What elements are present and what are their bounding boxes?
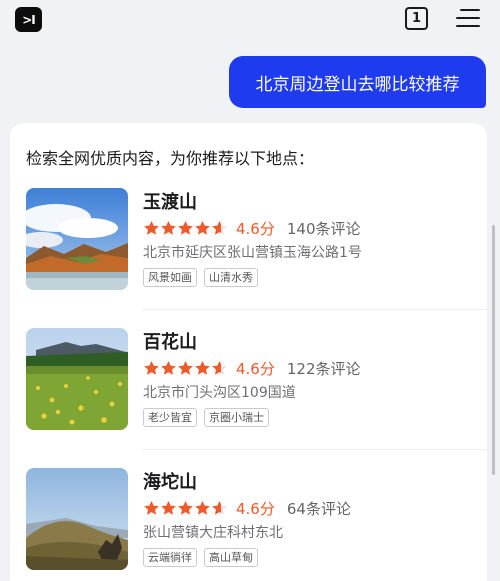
review-count[interactable]: 122条评论 <box>287 358 361 379</box>
answer-card: 检索全网优质内容，为你推荐以下地点： 玉渡山 4.6分 140条评论 北京市延庆… <box>10 123 487 581</box>
star-icon <box>161 360 176 375</box>
place-address: 北京市延庆区张山营镇玉海公路1号 <box>143 245 362 261</box>
rating-row: 4.6分 140条评论 <box>143 218 361 238</box>
star-icon <box>178 360 193 375</box>
star-icon <box>178 220 193 235</box>
user-message-bubble: 北京周边登山去哪比较推荐 <box>229 56 486 108</box>
place-tag: 风景如画 <box>143 268 197 287</box>
star-icon <box>195 220 210 235</box>
review-count[interactable]: 64条评论 <box>287 498 351 519</box>
rating-row: 4.6分 122条评论 <box>143 358 361 378</box>
star-icon <box>144 220 159 235</box>
place-tag: 云端徜徉 <box>143 548 197 567</box>
place-name[interactable]: 玉渡山 <box>143 188 197 214</box>
star-icon <box>144 500 159 515</box>
place-name[interactable]: 海坨山 <box>143 468 197 494</box>
review-count[interactable]: 140条评论 <box>287 218 361 239</box>
place-score: 4.6分 <box>236 359 275 378</box>
place-tag: 老少皆宜 <box>143 408 197 427</box>
star-icon <box>212 360 227 375</box>
place-score: 4.6分 <box>236 219 275 238</box>
tag-list: 老少皆宜 京圈小瑞士 <box>143 408 276 427</box>
scrollbar[interactable] <box>492 225 495 475</box>
star-icon <box>212 500 227 515</box>
tag-list: 云端徜徉 高山草甸 <box>143 548 265 567</box>
star-icon <box>178 500 193 515</box>
place-tag: 山清水秀 <box>204 268 258 287</box>
star-icon <box>195 500 210 515</box>
place-tag: 高山草甸 <box>204 548 258 567</box>
place-item[interactable]: 海坨山 4.6分 64条评论 张山营镇大庄科村东北 云端徜徉 高山草甸 <box>26 468 466 576</box>
tag-list: 风景如画 山清水秀 <box>143 268 265 287</box>
answer-intro: 检索全网优质内容，为你推荐以下地点： <box>26 149 315 168</box>
star-icon <box>161 220 176 235</box>
place-address: 张山营镇大庄科村东北 <box>143 525 283 541</box>
star-icon <box>144 360 159 375</box>
place-photo[interactable] <box>26 468 128 570</box>
place-address: 北京市门头沟区109国道 <box>143 385 296 401</box>
app-logo-icon[interactable]: >I <box>15 7 42 32</box>
place-name[interactable]: 百花山 <box>143 328 197 354</box>
rating-row: 4.6分 64条评论 <box>143 498 351 518</box>
hamburger-menu-icon[interactable] <box>456 8 480 28</box>
place-score: 4.6分 <box>236 499 275 518</box>
star-rating <box>143 360 228 376</box>
star-rating <box>143 220 228 236</box>
place-item[interactable]: 玉渡山 4.6分 140条评论 北京市延庆区张山营镇玉海公路1号 风景如画 山清… <box>26 188 466 296</box>
star-icon <box>212 220 227 235</box>
divider <box>142 449 487 450</box>
place-item[interactable]: 百花山 4.6分 122条评论 北京市门头沟区109国道 老少皆宜 京圈小瑞士 <box>26 328 466 436</box>
star-icon <box>195 360 210 375</box>
star-icon <box>161 500 176 515</box>
top-bar: >I 1 <box>0 0 500 44</box>
place-tag: 京圈小瑞士 <box>204 408 269 427</box>
tabs-count-button[interactable]: 1 <box>405 7 428 30</box>
place-photo[interactable] <box>26 188 128 290</box>
divider <box>142 309 487 310</box>
place-photo[interactable] <box>26 328 128 430</box>
star-rating <box>143 500 228 516</box>
